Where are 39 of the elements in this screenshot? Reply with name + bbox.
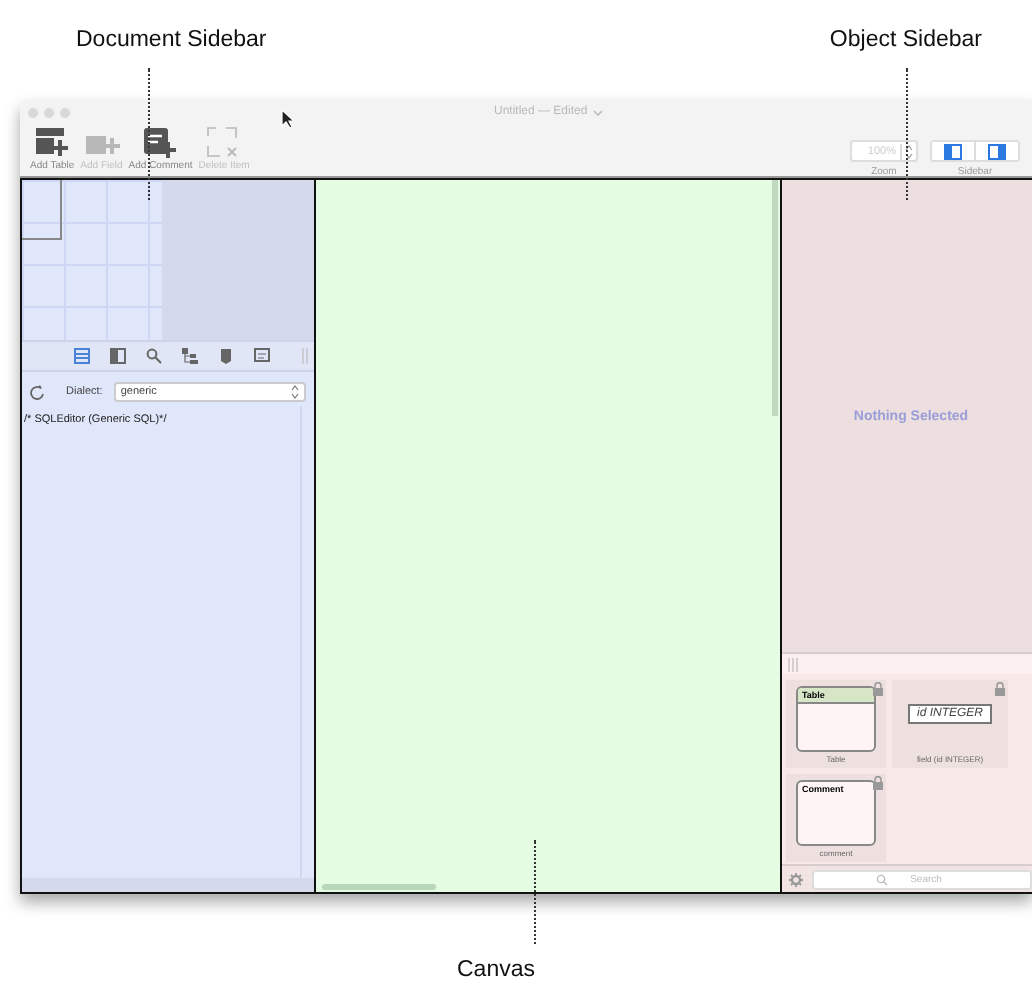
columns-icon xyxy=(110,348,126,364)
viewport-rect xyxy=(22,180,62,240)
leader-line xyxy=(534,840,536,944)
hierarchy-icon xyxy=(182,348,198,364)
sidebar-tab[interactable] xyxy=(254,348,270,364)
note-plus-icon xyxy=(142,126,179,160)
stepper-icon xyxy=(904,143,914,159)
lock-icon xyxy=(872,776,884,790)
annotation-label: Document Sidebar xyxy=(76,28,267,54)
bookmark-icon xyxy=(218,348,234,364)
sidebar-tab[interactable] xyxy=(182,348,198,364)
document-icon xyxy=(254,348,270,364)
sidebar-tab[interactable] xyxy=(110,348,126,364)
refresh-icon xyxy=(30,384,46,400)
right-sidebar-toggle[interactable] xyxy=(974,142,1018,160)
grip-icon xyxy=(302,348,308,364)
vertical-scrollbar[interactable] xyxy=(772,180,778,416)
annotation-label: Canvas xyxy=(457,958,535,984)
stepper-icon xyxy=(290,384,300,400)
left-panel-icon xyxy=(944,143,962,159)
lock-icon xyxy=(872,682,884,696)
leader-line xyxy=(906,68,908,200)
dashed-square-x-icon xyxy=(206,126,243,160)
cursor-icon xyxy=(280,108,296,130)
sidebar-tab[interactable] xyxy=(74,348,90,364)
grip-icon xyxy=(788,657,798,671)
lock-icon xyxy=(994,682,1006,696)
horizontal-scrollbar[interactable] xyxy=(322,884,436,890)
leader-line xyxy=(148,68,150,200)
chevron-down-icon xyxy=(591,107,604,117)
search-icon xyxy=(876,873,888,885)
annotation-label: Object Sidebar xyxy=(829,28,982,54)
sidebar-tab[interactable] xyxy=(218,348,234,364)
search-icon xyxy=(146,348,162,364)
list-icon xyxy=(74,348,90,364)
sidebar-tab[interactable] xyxy=(146,348,162,364)
right-panel-icon xyxy=(988,143,1006,159)
table-plus-icon xyxy=(34,126,71,160)
gear-icon xyxy=(788,871,804,887)
